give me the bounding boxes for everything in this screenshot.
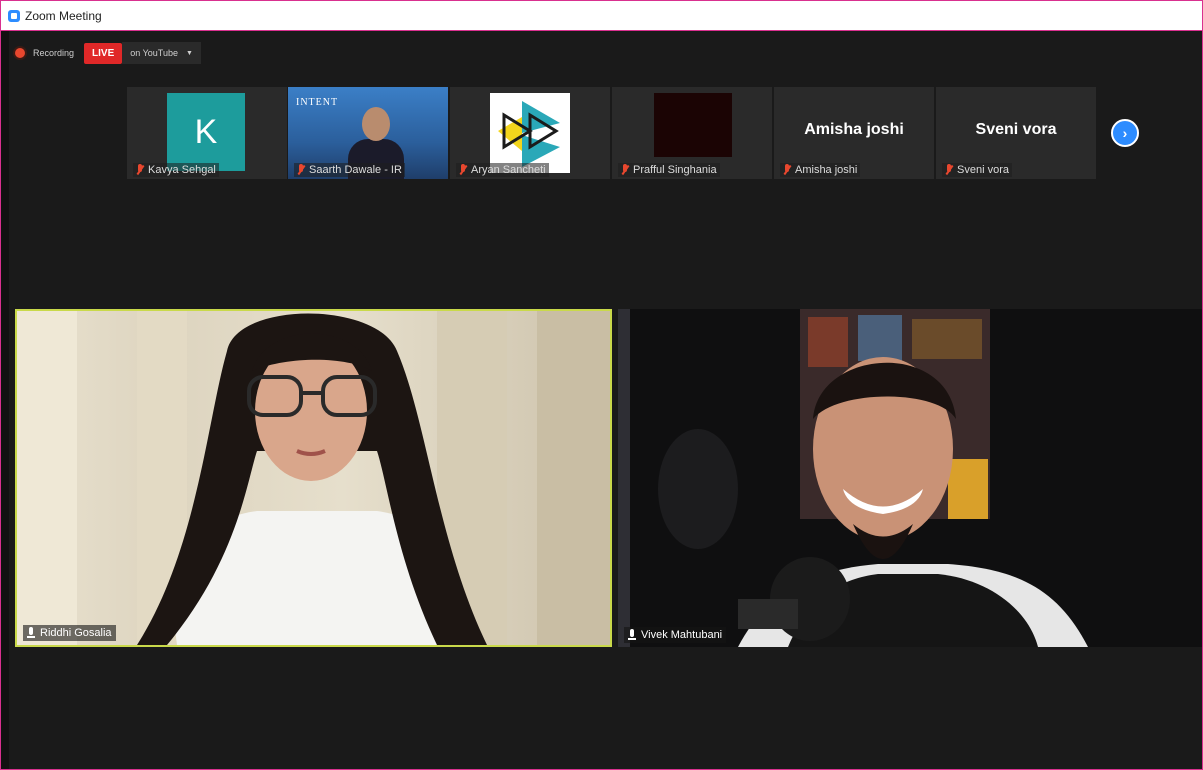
chevron-right-icon: › bbox=[1122, 125, 1128, 141]
speaker-name-tag: Vivek Mahtubani bbox=[624, 627, 727, 643]
recording-bar: Recording LIVE on YouTube ▼ bbox=[15, 41, 201, 65]
speaker-video-frame bbox=[17, 311, 610, 645]
participant-thumbnail[interactable]: INTENT Saarth Dawale - IR bbox=[288, 87, 448, 179]
participant-display-name: Sveni vora bbox=[975, 121, 1057, 138]
participant-display-name: Amisha joshi bbox=[804, 121, 904, 138]
participant-thumbnail[interactable]: Sveni vora Sveni vora bbox=[936, 87, 1096, 179]
left-edge bbox=[1, 31, 9, 769]
window-title: Zoom Meeting bbox=[25, 9, 102, 23]
mic-muted-icon bbox=[297, 164, 305, 176]
recording-icon bbox=[15, 48, 25, 58]
mic-muted-icon bbox=[136, 164, 144, 176]
chevron-down-icon: ▼ bbox=[185, 49, 193, 57]
mic-muted-icon bbox=[459, 164, 467, 176]
participant-thumbnail[interactable]: K Kavya Sehgal bbox=[127, 87, 287, 179]
live-badge: LIVE bbox=[84, 42, 123, 64]
live-destination-button[interactable]: on YouTube ▼ bbox=[122, 42, 201, 64]
participant-thumbnail[interactable]: Prafful Singhania bbox=[612, 87, 772, 179]
participant-face bbox=[362, 107, 390, 141]
participant-name-tag: Sveni vora bbox=[942, 163, 1012, 177]
brand-logo-icon bbox=[498, 101, 560, 167]
participant-name-tag: Aryan Sancheti bbox=[456, 163, 549, 177]
speaker-video[interactable]: Vivek Mahtubani bbox=[618, 309, 1202, 647]
participant-video bbox=[654, 93, 732, 157]
participant-name: Aryan Sancheti bbox=[471, 164, 546, 176]
live-destination-label: on YouTube bbox=[130, 48, 178, 58]
speaker-name-tag: Riddhi Gosalia bbox=[23, 625, 116, 641]
participant-name-tag: Kavya Sehgal bbox=[133, 163, 219, 177]
participant-name: Sveni vora bbox=[957, 164, 1009, 176]
profile-picture bbox=[490, 93, 570, 173]
mic-muted-icon bbox=[783, 164, 791, 176]
participant-name: Prafful Singhania bbox=[633, 164, 717, 176]
participant-name-tag: Amisha joshi bbox=[780, 163, 861, 177]
speaker-video-frame bbox=[618, 309, 1202, 647]
participant-thumbnail[interactable]: Aryan Sancheti bbox=[450, 87, 610, 179]
participant-name: Saarth Dawale - IR bbox=[309, 164, 402, 176]
mic-muted-icon bbox=[621, 164, 629, 176]
mic-icon bbox=[27, 627, 35, 639]
participant-name-tag: Saarth Dawale - IR bbox=[294, 163, 405, 177]
participant-thumbnail[interactable]: Amisha joshi Amisha joshi bbox=[774, 87, 934, 179]
background-logo: INTENT bbox=[296, 97, 339, 108]
zoom-app-icon bbox=[8, 10, 20, 22]
participant-name: Amisha joshi bbox=[795, 164, 858, 176]
zoom-window: Zoom Meeting Recording LIVE on YouTube ▼… bbox=[0, 0, 1203, 770]
next-page-button[interactable]: › bbox=[1111, 119, 1139, 147]
speaker-name: Riddhi Gosalia bbox=[40, 627, 112, 639]
speaker-name: Vivek Mahtubani bbox=[641, 629, 723, 641]
participant-name-tag: Prafful Singhania bbox=[618, 163, 720, 177]
active-speaker-video[interactable]: Riddhi Gosalia bbox=[15, 309, 612, 647]
avatar: K bbox=[167, 93, 245, 171]
participant-name: Kavya Sehgal bbox=[148, 164, 216, 176]
title-bar: Zoom Meeting bbox=[1, 1, 1202, 31]
mic-muted-icon bbox=[945, 164, 953, 176]
mic-icon bbox=[628, 629, 636, 641]
recording-label: Recording bbox=[33, 48, 75, 58]
